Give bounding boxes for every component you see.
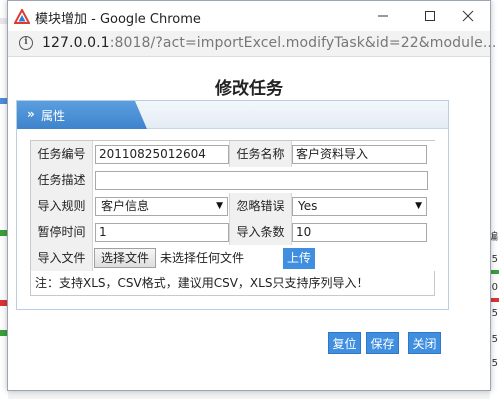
import-rule-select[interactable]: 客户信息 ▼ [95, 197, 228, 216]
screen: 编 5 0 5 5 5 模块增加 - Google Chrome i 127.0… [0, 0, 499, 399]
background-strip [490, 298, 499, 302]
ignore-error-selected: Yes [298, 199, 318, 213]
task-name-input[interactable]: 客户资料导入 [292, 145, 427, 164]
info-icon[interactable]: i [19, 36, 33, 50]
import-count-cell: 10 [291, 219, 436, 245]
background-text: 5 [491, 308, 498, 319]
maximize-icon [425, 11, 435, 21]
minimize-icon [378, 15, 388, 17]
pause-time-cell: 1 [92, 219, 230, 245]
window-title: 模块增加 - Google Chrome [35, 12, 201, 27]
form-row: 注：支持XLS，CSV格式，建议用CSV，XLS只支持序列导入！ [31, 271, 434, 295]
title-bar[interactable]: 模块增加 - Google Chrome [8, 1, 490, 31]
background-strip [490, 270, 499, 274]
address-bar[interactable]: i 127.0.0.1:8018/?act=importExcel.modify… [8, 31, 496, 57]
import-rule-selected: 客户信息 [101, 199, 150, 213]
task-no-input[interactable]: 20110825012604 [95, 145, 229, 164]
no-file-text: 未选择任何文件 [160, 251, 245, 265]
form-row: 任务编号 20110825012604 任务名称 客户资料导入 [31, 141, 436, 167]
background-text: 5 [491, 334, 498, 345]
import-count-input[interactable]: 10 [292, 223, 427, 242]
page-title: 修改任务 [215, 79, 283, 99]
import-file-label: 导入文件 [31, 245, 92, 271]
upload-button[interactable]: 上传 [283, 248, 315, 269]
choose-file-button[interactable]: 选择文件 [94, 248, 157, 268]
panel-header: » 属性 [17, 101, 448, 129]
pause-time-label: 暂停时间 [31, 219, 92, 245]
close-icon [462, 10, 474, 22]
maximize-button[interactable] [410, 4, 450, 28]
double-chevron-right-icon: » [27, 107, 35, 121]
background-text: 0 [491, 282, 498, 293]
background-text: 5 [491, 358, 498, 369]
background-page-right: 编 5 0 5 5 5 [488, 0, 499, 399]
tab-properties-label: 属性 [41, 109, 66, 123]
import-file-cell: 选择文件 未选择任何文件 上传 [92, 245, 436, 271]
task-desc-label: 任务描述 [31, 167, 92, 193]
page-content: 修改任务 » 属性 任务编号 20110825012604 任务名称 客户资料导… [8, 58, 490, 390]
url-path: :8018/?act=importExcel.modifyTask&id=22&… [109, 35, 497, 51]
app-logo-icon [14, 9, 30, 24]
task-desc-cell [92, 167, 436, 193]
form-row: 导入文件 选择文件 未选择任何文件 上传 [31, 245, 436, 271]
background-text: 5 [491, 254, 498, 265]
ignore-error-label: 忽略错误 [230, 193, 291, 219]
format-note: 注：支持XLS，CSV格式，建议用CSV，XLS只支持序列导入！ [35, 276, 369, 290]
browser-window: 模块增加 - Google Chrome i 127.0.0.1:8018/?a… [7, 0, 496, 391]
action-bar: 复位 保存 关闭 [328, 332, 448, 354]
task-no-label: 任务编号 [31, 141, 92, 167]
pause-time-input[interactable]: 1 [95, 223, 229, 242]
import-count-label: 导入条数 [230, 219, 291, 245]
minimize-button[interactable] [363, 4, 403, 28]
import-rule-label: 导入规则 [31, 193, 92, 219]
tab-properties[interactable]: » 属性 [17, 101, 147, 129]
task-desc-input[interactable] [95, 171, 428, 190]
form-row: 暂停时间 1 导入条数 10 [31, 219, 436, 245]
reset-button[interactable]: 复位 [328, 332, 361, 354]
dropdown-arrow-icon: ▼ [415, 201, 422, 211]
url-host: 127.0.0.1 [42, 35, 110, 51]
task-no-cell: 20110825012604 [92, 141, 230, 167]
import-rule-cell: 客户信息 ▼ [92, 193, 230, 219]
form-row: 任务描述 [31, 167, 436, 193]
url-text[interactable]: 127.0.0.1:8018/?act=importExcel.modifyTa… [42, 35, 497, 51]
ignore-error-select[interactable]: Yes ▼ [292, 197, 427, 216]
task-name-label: 任务名称 [230, 141, 291, 167]
form-row: 导入规则 客户信息 ▼ 忽略错误 Yes ▼ [31, 193, 436, 219]
dropdown-arrow-icon: ▼ [216, 201, 223, 211]
task-name-cell: 客户资料导入 [291, 141, 436, 167]
ignore-error-cell: Yes ▼ [291, 193, 436, 219]
properties-panel: » 属性 任务编号 20110825012604 任务名称 客户资料导入 任务描… [16, 100, 449, 310]
task-form: 任务编号 20110825012604 任务名称 客户资料导入 任务描述 导入规… [30, 140, 436, 296]
save-button[interactable]: 保存 [366, 332, 399, 354]
close-window-button[interactable] [448, 4, 488, 28]
close-button[interactable]: 关闭 [408, 332, 441, 354]
